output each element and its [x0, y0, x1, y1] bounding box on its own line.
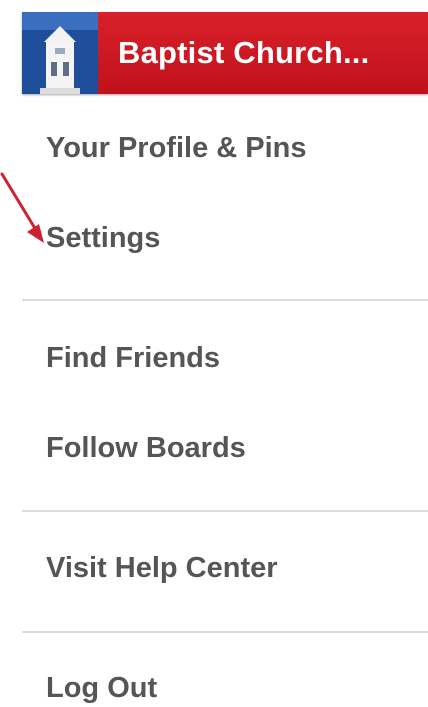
menu-item-help-center[interactable]: Visit Help Center: [46, 552, 278, 585]
church-building-icon: [22, 12, 98, 94]
account-avatar[interactable]: [22, 12, 98, 94]
menu-item-log-out[interactable]: Log Out: [46, 672, 157, 705]
menu-divider: [22, 631, 428, 633]
menu-item-follow-boards[interactable]: Follow Boards: [46, 432, 246, 465]
menu-item-find-friends[interactable]: Find Friends: [46, 342, 220, 375]
menu-item-profile-pins[interactable]: Your Profile & Pins: [46, 132, 307, 165]
account-header[interactable]: Baptist Church...: [22, 12, 428, 94]
menu-divider: [22, 510, 428, 512]
menu-item-settings[interactable]: Settings: [46, 222, 160, 255]
account-name: Baptist Church...: [118, 35, 370, 70]
menu-divider: [22, 299, 428, 301]
